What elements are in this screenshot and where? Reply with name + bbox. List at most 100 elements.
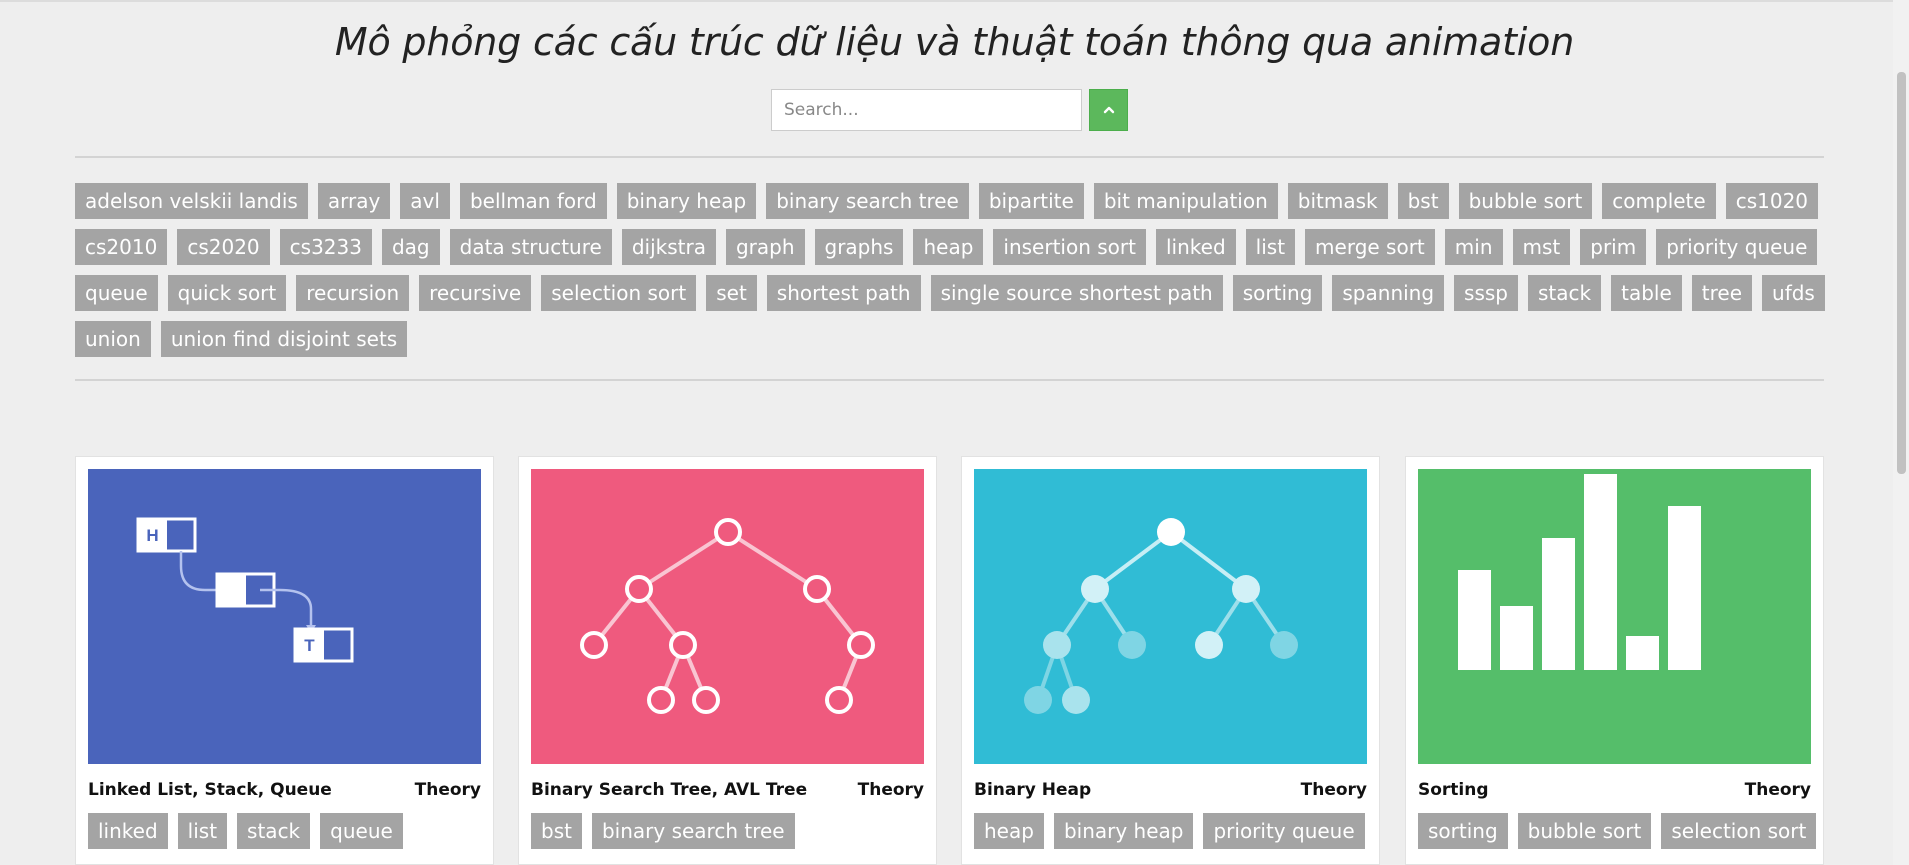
theory-link[interactable]: Theory <box>1301 780 1367 800</box>
card-tag[interactable]: stack <box>237 813 311 849</box>
tail-node: T <box>293 627 354 663</box>
tag-cs2010[interactable]: cs2010 <box>75 229 168 265</box>
tag-data-structure[interactable]: data structure <box>449 229 612 265</box>
sort-bar <box>1626 636 1659 670</box>
tag-adelson-velskii-landis[interactable]: adelson velskii landis <box>75 183 308 219</box>
card-title: Sorting <box>1418 780 1489 800</box>
tag-recursion[interactable]: recursion <box>296 275 410 311</box>
tag-shortest-path[interactable]: shortest path <box>766 275 921 311</box>
visualization-card-grid: H T Linked List, Stack, Queue Theory lin… <box>75 456 1825 865</box>
tag-merge-sort[interactable]: merge sort <box>1305 229 1435 265</box>
linked-list-illustration: H T <box>88 469 481 764</box>
tag-avl[interactable]: avl <box>400 183 450 219</box>
card-title: Linked List, Stack, Queue <box>88 780 332 800</box>
card-tag[interactable]: bubble sort <box>1517 813 1652 849</box>
binary-search-tree-illustration <box>531 469 924 764</box>
tag-min[interactable]: min <box>1444 229 1503 265</box>
tag-queue[interactable]: queue <box>75 275 158 311</box>
card-sorting[interactable]: Sorting Theory sorting bubble sort selec… <box>1405 456 1824 865</box>
tag-heap[interactable]: heap <box>913 229 984 265</box>
tag-quick-sort[interactable]: quick sort <box>167 275 287 311</box>
tag-selection-sort[interactable]: selection sort <box>541 275 697 311</box>
tag-bipartite[interactable]: bipartite <box>978 183 1084 219</box>
tag-array[interactable]: array <box>317 183 391 219</box>
tag-bitmask[interactable]: bitmask <box>1287 183 1388 219</box>
tag-insertion-sort[interactable]: insertion sort <box>993 229 1146 265</box>
card-tag[interactable]: list <box>177 813 228 849</box>
tag-bubble-sort[interactable]: bubble sort <box>1458 183 1593 219</box>
tag-cs1020[interactable]: cs1020 <box>1725 183 1819 219</box>
card-tag[interactable]: priority queue <box>1203 813 1365 849</box>
tag-graph[interactable]: graph <box>725 229 805 265</box>
tag-bellman-ford[interactable]: bellman ford <box>459 183 607 219</box>
tag-dijkstra[interactable]: dijkstra <box>621 229 716 265</box>
tag-list[interactable]: list <box>1245 229 1296 265</box>
tag-stack[interactable]: stack <box>1528 275 1602 311</box>
card-tag[interactable]: binary heap <box>1053 813 1194 849</box>
tail-node-label: T <box>304 636 315 655</box>
tag-dag[interactable]: dag <box>381 229 440 265</box>
tag-bst[interactable]: bst <box>1397 183 1449 219</box>
sort-bar <box>1584 474 1617 670</box>
card-tag[interactable]: linked <box>88 813 168 849</box>
card-tag-list: linked list stack queue <box>88 813 403 849</box>
divider-top <box>75 156 1824 158</box>
binary-heap-illustration <box>974 469 1367 764</box>
sort-bar <box>1500 606 1533 670</box>
toggle-tags-button[interactable] <box>1089 89 1128 131</box>
card-tag[interactable]: heap <box>974 813 1044 849</box>
top-border <box>0 0 1909 2</box>
tag-set[interactable]: set <box>706 275 757 311</box>
head-node: H <box>136 517 197 553</box>
thumbnail-background <box>88 469 481 764</box>
card-binary-search-tree[interactable]: Binary Search Tree, AVL Tree Theory bst … <box>518 456 937 865</box>
card-tag-list: sorting bubble sort selection sort <box>1418 813 1817 849</box>
card-tag-list: heap binary heap priority queue <box>974 813 1365 849</box>
tag-union[interactable]: union <box>75 321 151 357</box>
tag-cloud: adelson velskii landis array avl bellman… <box>75 183 1835 357</box>
card-title: Binary Heap <box>974 780 1092 800</box>
tag-binary-heap[interactable]: binary heap <box>616 183 757 219</box>
search-input[interactable] <box>771 89 1082 131</box>
scrollbar-thumb[interactable] <box>1897 72 1906 474</box>
tag-linked[interactable]: linked <box>1155 229 1236 265</box>
tag-tree[interactable]: tree <box>1691 275 1753 311</box>
card-title: Binary Search Tree, AVL Tree <box>531 780 808 800</box>
tag-priority-queue[interactable]: priority queue <box>1656 229 1818 265</box>
tag-complete[interactable]: complete <box>1602 183 1716 219</box>
tag-ufds[interactable]: ufds <box>1762 275 1825 311</box>
thumbnail-background <box>974 469 1367 764</box>
tag-prim[interactable]: prim <box>1580 229 1647 265</box>
tag-union-find-disjoint-sets[interactable]: union find disjoint sets <box>160 321 408 357</box>
card-tag[interactable]: selection sort <box>1661 813 1817 849</box>
tag-recursive[interactable]: recursive <box>419 275 532 311</box>
sort-bar <box>1668 506 1701 670</box>
tag-single-source-shortest-path[interactable]: single source shortest path <box>930 275 1223 311</box>
card-tag[interactable]: bst <box>531 813 582 849</box>
theory-link[interactable]: Theory <box>1745 780 1811 800</box>
tag-bit-manipulation[interactable]: bit manipulation <box>1093 183 1278 219</box>
tag-graphs[interactable]: graphs <box>814 229 904 265</box>
card-binary-heap[interactable]: Binary Heap Theory heap binary heap prio… <box>961 456 1380 865</box>
page-title: Mô phỏng các cấu trúc dữ liệu và thuật t… <box>334 20 1575 64</box>
card-tag[interactable]: sorting <box>1418 813 1508 849</box>
head-node-label: H <box>146 526 158 545</box>
tag-sssp[interactable]: sssp <box>1454 275 1519 311</box>
tag-spanning[interactable]: spanning <box>1332 275 1445 311</box>
sort-bar <box>1458 570 1491 670</box>
theory-link[interactable]: Theory <box>858 780 924 800</box>
tag-table[interactable]: table <box>1611 275 1682 311</box>
tag-cs2020[interactable]: cs2020 <box>177 229 270 265</box>
card-tag[interactable]: binary search tree <box>591 813 795 849</box>
divider-bottom <box>75 379 1824 381</box>
sorting-bars-illustration <box>1418 469 1811 764</box>
tag-cs3233[interactable]: cs3233 <box>279 229 372 265</box>
tag-sorting[interactable]: sorting <box>1232 275 1323 311</box>
theory-link[interactable]: Theory <box>415 780 481 800</box>
card-tag-list: bst binary search tree <box>531 813 795 849</box>
card-tag[interactable]: queue <box>320 813 403 849</box>
card-linked-list[interactable]: H T Linked List, Stack, Queue Theory lin… <box>75 456 494 865</box>
chevron-up-icon <box>1103 106 1114 114</box>
tag-mst[interactable]: mst <box>1512 229 1571 265</box>
tag-binary-search-tree[interactable]: binary search tree <box>766 183 969 219</box>
